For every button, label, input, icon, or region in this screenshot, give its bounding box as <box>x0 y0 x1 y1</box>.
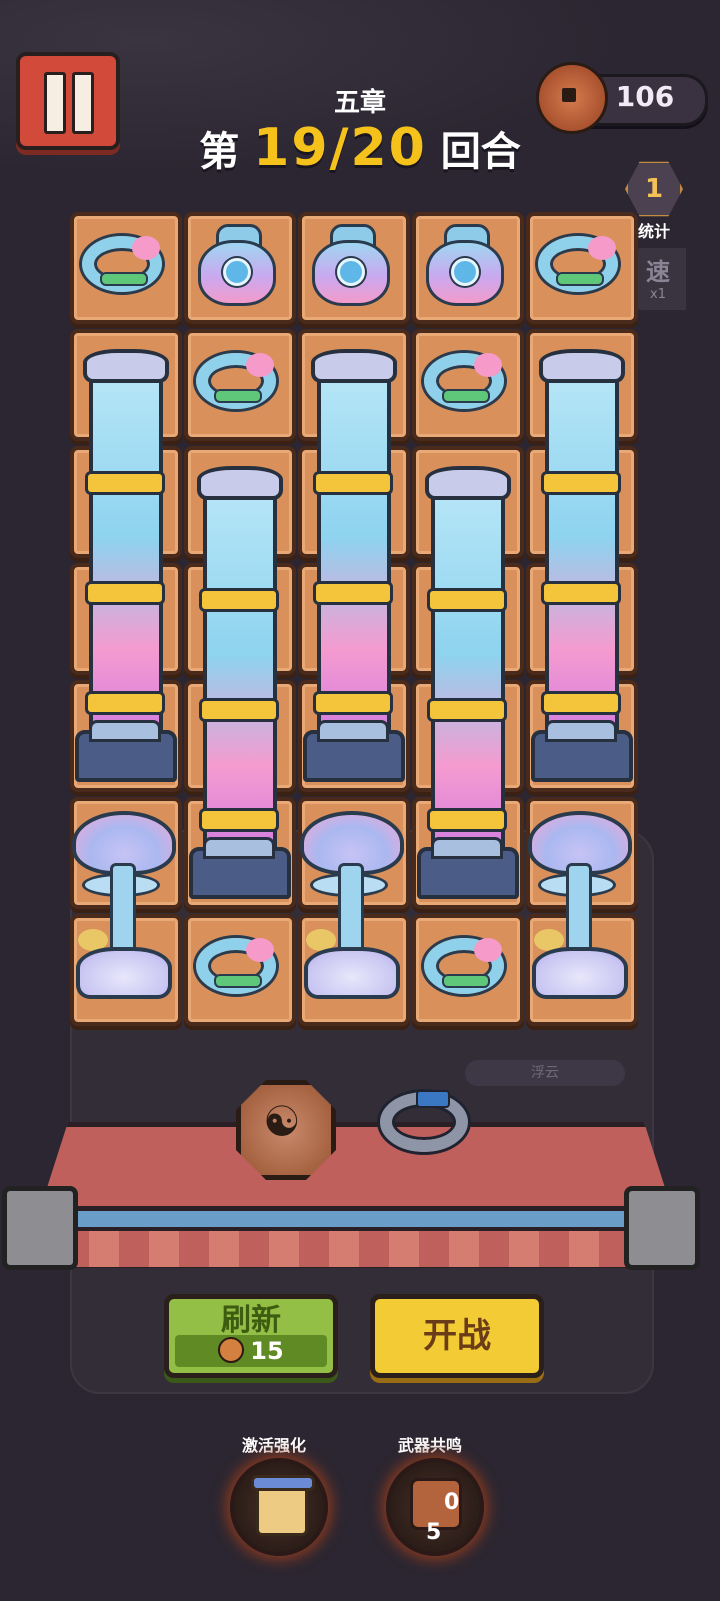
activate-upgrade-button[interactable] <box>230 1458 328 1556</box>
bench-clamp-left <box>2 1186 78 1270</box>
pillar-icon[interactable] <box>189 466 291 899</box>
pillar-icon[interactable] <box>75 349 177 782</box>
activate-upgrade-label: 激活强化 <box>241 1436 306 1455</box>
refresh-button[interactable]: 刷新 15 <box>164 1294 338 1378</box>
jade-ring-icon[interactable] <box>196 938 276 994</box>
jade-ring-icon[interactable] <box>196 353 276 409</box>
speed-value: x1 <box>650 287 666 302</box>
pouch-icon[interactable] <box>310 224 390 306</box>
jade-ring-icon[interactable] <box>424 938 504 994</box>
pouch-icon[interactable] <box>196 224 276 306</box>
round-suffix: 回合 <box>440 129 521 175</box>
scroll-icon <box>251 1475 315 1536</box>
coin-amount: 106 <box>615 80 675 113</box>
coin-icon <box>536 62 608 134</box>
weapon-resonance-button[interactable]: 0 5 <box>386 1458 484 1556</box>
weapon-resonance-label: 武器共鸣 <box>397 1436 462 1455</box>
jade-ring-icon[interactable] <box>538 236 618 292</box>
round-counter: 第 19/20 回合 <box>0 118 720 178</box>
bench-clamp-right <box>624 1186 700 1270</box>
pouch-icon[interactable] <box>424 224 504 306</box>
pillar-icon[interactable] <box>303 349 405 782</box>
speed-label: 速 <box>646 258 670 286</box>
speed-button[interactable]: 速 x1 <box>630 248 686 310</box>
lotus-lamp-icon[interactable] <box>526 797 632 1007</box>
lotus-lamp-icon[interactable] <box>298 797 404 1007</box>
jade-ring-icon[interactable] <box>424 353 504 409</box>
bench-table-front <box>24 1206 690 1268</box>
coin-icon <box>218 1337 245 1363</box>
round-value: 19/20 <box>253 118 427 178</box>
fight-button[interactable]: 开战 <box>370 1294 544 1378</box>
fight-label: 开战 <box>423 1316 491 1356</box>
pillar-icon[interactable] <box>531 349 633 782</box>
background-character-name: 浮云 <box>465 1060 625 1086</box>
lotus-lamp-icon[interactable] <box>70 797 176 1007</box>
resonance-count: 0 <box>444 1490 460 1515</box>
refresh-cost: 15 <box>175 1335 327 1367</box>
iron-ring-icon[interactable] <box>380 1090 468 1152</box>
resonance-total: 5 <box>426 1520 442 1545</box>
jade-ring-icon[interactable] <box>82 236 162 292</box>
yin-yang-token-icon[interactable] <box>236 1080 336 1180</box>
stats-icon: 1 <box>625 161 683 217</box>
pillar-icon[interactable] <box>417 466 519 899</box>
round-prefix: 第 <box>199 129 240 175</box>
